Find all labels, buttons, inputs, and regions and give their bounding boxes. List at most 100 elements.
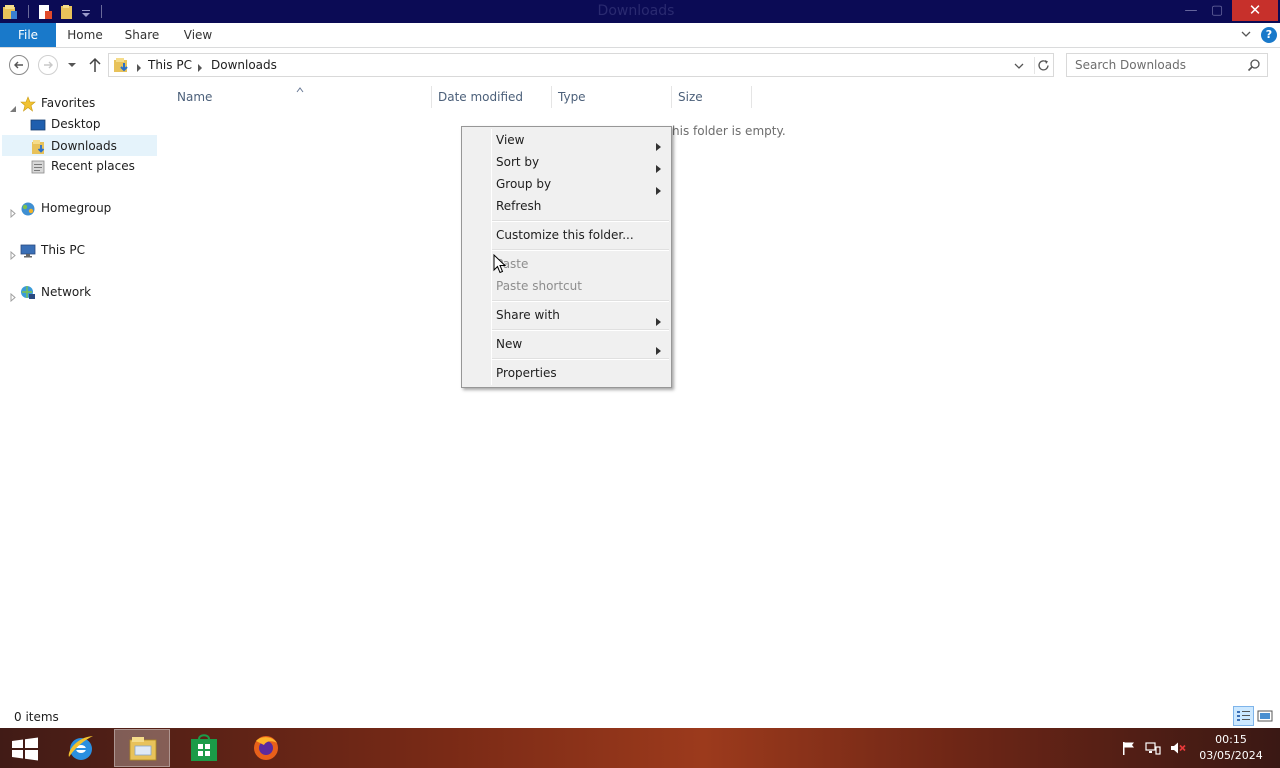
tab-home[interactable]: Home	[60, 23, 110, 47]
collapse-icon[interactable]	[9, 99, 17, 112]
column-divider[interactable]	[431, 86, 432, 108]
nav-downloads[interactable]: Downloads	[2, 135, 157, 156]
address-history-icon[interactable]	[1013, 60, 1025, 70]
clock-date: 03/05/2024	[1199, 749, 1263, 762]
taskbar-internet-explorer[interactable]	[53, 729, 109, 767]
column-header-name[interactable]: Name	[177, 86, 427, 108]
taskbar-file-explorer[interactable]	[114, 729, 170, 767]
downloads-folder-icon	[113, 57, 131, 73]
expand-icon[interactable]	[9, 246, 17, 261]
desktop-icon	[30, 117, 46, 133]
firefox-icon	[254, 736, 278, 760]
menu-item-group-by[interactable]: Group by	[464, 173, 669, 195]
column-divider[interactable]	[551, 86, 552, 108]
expand-icon[interactable]	[9, 288, 17, 303]
address-bar[interactable]: This PC Downloads	[108, 53, 1054, 77]
help-icon[interactable]: ?	[1261, 27, 1277, 43]
taskbar-firefox[interactable]	[238, 729, 294, 767]
mouse-cursor-icon	[493, 253, 507, 274]
nav-recent-places[interactable]: Recent places	[0, 156, 160, 177]
menu-item-new[interactable]: New	[464, 333, 669, 355]
nav-desktop[interactable]: Desktop	[0, 114, 160, 135]
nav-network-label: Network	[41, 285, 92, 299]
maximize-button[interactable]: ▢	[1204, 0, 1230, 21]
volume-muted-icon[interactable]	[1170, 741, 1186, 755]
column-divider[interactable]	[751, 86, 752, 108]
file-explorer-icon	[129, 737, 157, 761]
nav-homegroup[interactable]: Homegroup	[0, 198, 160, 219]
menu-item-paste-shortcut[interactable]: Paste shortcut	[464, 275, 669, 297]
arrow-left-icon	[14, 61, 23, 69]
up-arrow-icon[interactable]	[87, 56, 103, 74]
nav-favorites-label: Favorites	[41, 96, 96, 110]
nav-network[interactable]: Network	[0, 282, 160, 303]
downloads-folder-icon	[31, 139, 47, 155]
breadcrumb-downloads[interactable]: Downloads	[211, 58, 277, 72]
menu-item-share-with[interactable]: Share with	[464, 304, 669, 326]
search-placeholder: Search Downloads	[1075, 58, 1186, 72]
details-view-icon[interactable]	[1233, 706, 1254, 726]
column-divider[interactable]	[671, 86, 672, 108]
homegroup-icon	[20, 201, 36, 217]
submenu-arrow-icon	[656, 340, 661, 355]
item-count: 0 items	[14, 710, 59, 724]
close-button[interactable]: ✕	[1232, 0, 1278, 21]
menu-item-label: Group by	[496, 177, 552, 191]
menu-separator	[492, 220, 669, 222]
menu-item-properties[interactable]: Properties	[464, 362, 669, 384]
recent-locations-icon[interactable]	[66, 59, 78, 71]
menu-item-label: View	[496, 133, 525, 147]
breadcrumb-this-pc[interactable]: This PC	[148, 58, 192, 72]
tab-file[interactable]: File	[0, 23, 56, 47]
internet-explorer-icon	[68, 736, 93, 760]
tab-view[interactable]: View	[176, 23, 220, 47]
menu-separator	[492, 249, 669, 251]
back-button[interactable]	[9, 55, 29, 75]
expand-ribbon-icon[interactable]	[1240, 28, 1252, 40]
search-icon[interactable]	[1247, 58, 1261, 72]
menu-item-refresh[interactable]: Refresh	[464, 195, 669, 217]
store-icon	[191, 734, 217, 761]
column-header-type[interactable]: Type	[558, 86, 668, 108]
menu-item-customize-folder[interactable]: Customize this folder...	[464, 224, 669, 246]
star-icon	[20, 96, 36, 112]
column-header-size[interactable]: Size	[678, 86, 748, 108]
nav-favorites[interactable]: Favorites	[0, 93, 160, 114]
action-center-flag-icon[interactable]	[1121, 741, 1137, 755]
tab-share[interactable]: Share	[118, 23, 166, 47]
menu-item-sort-by[interactable]: Sort by	[464, 151, 669, 173]
submenu-arrow-icon	[656, 311, 661, 326]
network-status-icon[interactable]	[1145, 741, 1161, 755]
nav-desktop-label: Desktop	[51, 117, 101, 131]
taskbar-clock[interactable]: 00:15 03/05/2024	[1196, 732, 1266, 764]
menu-item-label: Customize this folder...	[496, 228, 634, 242]
windows-start-icon[interactable]	[10, 737, 40, 761]
column-header-date-modified[interactable]: Date modified	[438, 86, 548, 108]
title-bar: Downloads — ▢ ✕	[0, 0, 1280, 23]
search-input[interactable]: Search Downloads	[1066, 53, 1268, 77]
forward-button[interactable]	[38, 55, 58, 75]
minimize-button[interactable]: —	[1178, 0, 1204, 21]
menu-separator	[492, 358, 669, 360]
menu-item-label: Paste shortcut	[496, 279, 582, 293]
refresh-icon[interactable]	[1034, 57, 1052, 74]
taskbar: 00:15 03/05/2024	[0, 728, 1280, 768]
taskbar-store[interactable]	[176, 729, 232, 767]
ribbon-tabs: File Home Share View ?	[0, 23, 1280, 48]
submenu-arrow-icon	[656, 136, 661, 151]
menu-separator	[492, 329, 669, 331]
network-icon	[20, 285, 36, 301]
large-icons-view-icon[interactable]	[1257, 708, 1273, 724]
chevron-right-icon[interactable]	[196, 61, 204, 72]
menu-item-label: New	[496, 337, 523, 351]
menu-item-label: Properties	[496, 366, 557, 380]
nav-this-pc[interactable]: This PC	[0, 240, 160, 261]
expand-icon[interactable]	[9, 204, 17, 219]
clock-time: 00:15	[1215, 733, 1247, 746]
menu-item-view[interactable]: View	[464, 129, 669, 151]
status-bar: 0 items	[0, 706, 1280, 728]
menu-item-label: Share with	[496, 308, 560, 322]
chevron-right-icon[interactable]	[135, 61, 143, 72]
computer-icon	[20, 243, 36, 259]
nav-downloads-label: Downloads	[51, 139, 117, 153]
